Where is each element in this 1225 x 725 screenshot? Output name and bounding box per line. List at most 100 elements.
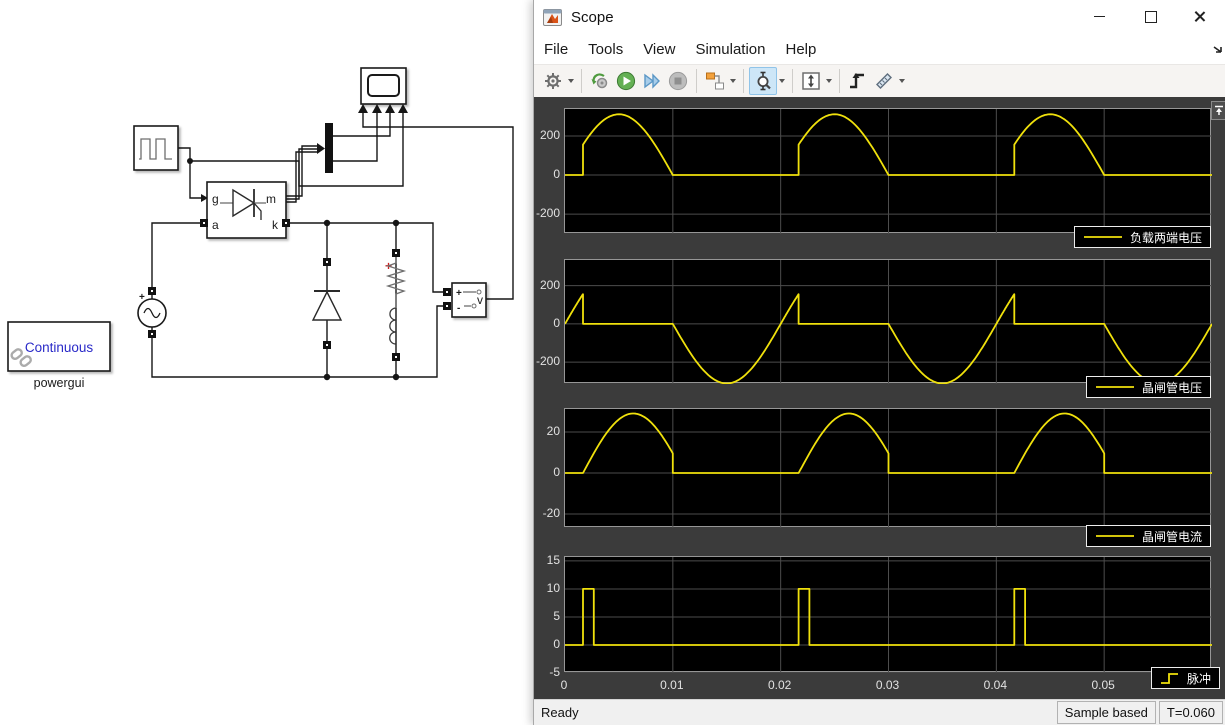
diode-symbol-icon xyxy=(311,290,343,321)
highlight-simulink-block-icon[interactable] xyxy=(587,68,613,94)
scale-axes-icon[interactable] xyxy=(798,68,824,94)
dock-arrow-icon[interactable] xyxy=(1212,43,1224,55)
step-forward-icon[interactable] xyxy=(639,68,665,94)
thyristor-port-g: g xyxy=(212,192,219,206)
configuration-gear-icon[interactable] xyxy=(540,68,566,94)
y-tick-label: 200 xyxy=(539,127,560,142)
electrical-wires[interactable] xyxy=(151,222,446,378)
status-sim-time: T=0.060 xyxy=(1158,701,1223,724)
y-tick-label: -200 xyxy=(535,354,560,369)
layout-style-dropdown[interactable] xyxy=(728,68,738,94)
plot-axes-3[interactable] xyxy=(564,408,1212,528)
source-plus-label: + xyxy=(139,292,145,303)
vm-plus-label: + xyxy=(456,288,462,299)
toolbar xyxy=(534,64,1225,97)
plot-region: 200 0 -200 负载两端电压 200 0 -200 晶闸管电压 20 0 -20 晶闸管电流 15… xyxy=(534,97,1225,700)
y-tick-label: 15 xyxy=(546,552,560,567)
x-tick-label: 0 xyxy=(560,678,568,692)
minimize-button[interactable] xyxy=(1076,0,1122,33)
y-tick-label: 0 xyxy=(553,167,560,182)
zoom-icon[interactable] xyxy=(749,67,777,95)
x-tick-label: 0.01 xyxy=(660,678,684,692)
legend-label: 晶闸管电流 xyxy=(1141,529,1202,544)
thyristor-block[interactable]: g a m k xyxy=(206,181,287,239)
rl-branch-block[interactable]: + xyxy=(385,257,407,345)
zoom-dropdown[interactable] xyxy=(777,68,787,94)
powergui-mode-label: Continuous xyxy=(25,340,94,355)
status-sample-mode: Sample based xyxy=(1056,701,1156,724)
vm-v-label: v xyxy=(477,293,483,307)
legend-line-glyph xyxy=(1083,236,1122,238)
y-tick-label: 10 xyxy=(546,580,560,595)
stop-icon[interactable] xyxy=(665,68,691,94)
plot-axes-2[interactable] xyxy=(564,259,1213,385)
menu-view[interactable]: View xyxy=(633,37,685,62)
x-tick-label: 0.04 xyxy=(983,678,1007,692)
legend-2[interactable]: 晶闸管电压 xyxy=(1085,376,1211,398)
legend-label: 负载两端电压 xyxy=(1129,230,1202,245)
y-tick-label: 0 xyxy=(553,465,560,479)
y-tick-label: -200 xyxy=(535,206,560,221)
legend-label: 脉冲 xyxy=(1186,671,1211,686)
measurements-icon[interactable] xyxy=(871,68,897,94)
scope-screen-icon xyxy=(367,74,400,97)
legend-1[interactable]: 负载两端电压 xyxy=(1073,226,1211,248)
menu-help[interactable]: Help xyxy=(776,37,827,62)
scope-window: Scope File Tools View Simulation Help 20… xyxy=(533,0,1225,725)
voltage-measurement-block[interactable]: + - v xyxy=(451,282,487,318)
electrical-ports xyxy=(148,219,451,361)
plot-axes-4[interactable] xyxy=(564,556,1212,674)
inductor-icon xyxy=(389,307,397,345)
menu-tools[interactable]: Tools xyxy=(578,37,633,62)
powergui-name-label: powergui xyxy=(34,376,85,390)
menu-bar: File Tools View Simulation Help xyxy=(534,35,1225,64)
legend-4[interactable]: 脉冲 xyxy=(1150,667,1220,689)
plot-canvas-3 xyxy=(565,409,1212,528)
model-svg: g a m k + + + - v Continuous powergui xyxy=(7,67,514,390)
plot-axes-1[interactable] xyxy=(564,108,1212,234)
run-icon[interactable] xyxy=(613,68,639,94)
plot-canvas-4 xyxy=(565,557,1212,674)
legend-label: 晶闸管电压 xyxy=(1141,380,1202,395)
layout-style-icon[interactable] xyxy=(702,68,728,94)
vm-minus-label: - xyxy=(457,303,460,314)
close-icon xyxy=(1193,10,1206,23)
maximize-button[interactable] xyxy=(1128,0,1174,33)
maximize-icon xyxy=(1145,10,1157,23)
title-bar[interactable]: Scope xyxy=(534,0,1225,35)
x-tick-label: 0.02 xyxy=(767,678,792,692)
diode-block[interactable] xyxy=(311,290,343,321)
legend-line-glyph xyxy=(1095,386,1134,388)
plot-canvas-2 xyxy=(564,260,1213,385)
legend-3[interactable]: 晶闸管电流 xyxy=(1085,525,1211,547)
y-tick-label: -5 xyxy=(549,665,560,679)
y-tick-label: 200 xyxy=(539,277,560,292)
measurements-dropdown[interactable] xyxy=(897,68,907,94)
menu-file[interactable]: File xyxy=(534,37,578,62)
simulink-model-canvas[interactable]: g a m k + + + - v Continuous powergui xyxy=(0,0,533,725)
plot-canvas-1 xyxy=(565,109,1212,234)
y-tick-label: 0 xyxy=(553,315,560,330)
demux-block[interactable] xyxy=(325,123,333,173)
thyristor-port-m: m xyxy=(266,192,276,206)
expand-axes-icon xyxy=(1215,105,1223,115)
scope-app-icon xyxy=(543,9,562,26)
trigger-icon[interactable] xyxy=(845,68,871,94)
maximize-axes-button[interactable] xyxy=(1211,101,1225,120)
scale-axes-dropdown[interactable] xyxy=(824,68,834,94)
menu-simulation[interactable]: Simulation xyxy=(685,37,775,62)
scope-input-ports xyxy=(358,104,408,113)
pulse-generator-block[interactable] xyxy=(133,125,179,171)
y-tick-label: 5 xyxy=(553,608,560,623)
close-button[interactable] xyxy=(1176,0,1222,33)
y-tick-label: -20 xyxy=(542,506,560,521)
scope-block[interactable] xyxy=(358,67,408,113)
configuration-dropdown[interactable] xyxy=(566,68,576,94)
legend-line-glyph xyxy=(1095,535,1134,537)
ac-voltage-source-block[interactable]: + xyxy=(137,292,167,331)
powergui-block[interactable]: Continuous powergui xyxy=(7,321,111,390)
status-text: Ready xyxy=(541,705,579,720)
x-tick-label: 0.05 xyxy=(1091,678,1115,692)
thyristor-port-a: a xyxy=(212,218,219,232)
status-bar: Ready Sample based T=0.060 xyxy=(534,699,1225,725)
